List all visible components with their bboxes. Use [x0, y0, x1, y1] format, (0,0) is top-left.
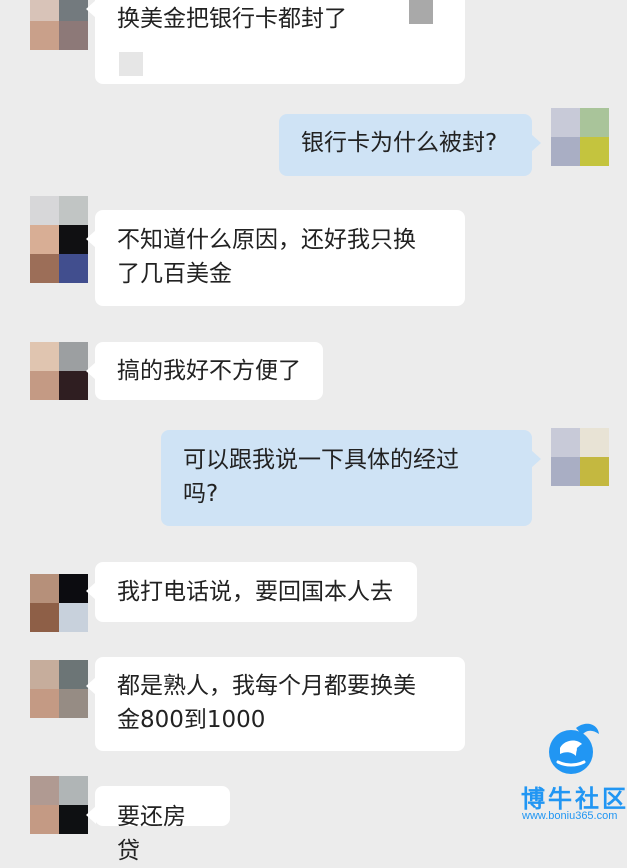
message-text: 搞的我好不方便了	[117, 358, 301, 384]
message-bubble-incoming[interactable]: 都是熟人，我每个月都要换美 金800到1000	[86, 657, 465, 751]
avatar-pixel	[580, 457, 609, 486]
message-text: 要还房贷	[117, 804, 186, 864]
contact-avatar[interactable]	[30, 342, 88, 400]
avatar-pixel	[30, 342, 59, 371]
bull-head-logo-icon	[549, 723, 599, 774]
avatar-pixel	[551, 457, 580, 486]
contact-avatar[interactable]	[30, 0, 88, 50]
avatar-pixel	[59, 603, 88, 632]
avatar-pixel	[59, 254, 88, 283]
avatar-pixel	[30, 196, 59, 225]
message-bubble-incoming[interactable]: 我打电话说，要回国本人去	[86, 562, 417, 622]
contact-avatar[interactable]	[30, 776, 88, 834]
contact-avatar[interactable]	[30, 660, 88, 718]
avatar-pixel	[30, 21, 59, 50]
image-placeholder-icon	[409, 0, 433, 24]
message-text: 不知道什么原因，还好我只换 了几百美金	[117, 227, 416, 287]
avatar-pixel	[59, 0, 88, 21]
avatar-pixel	[30, 371, 59, 400]
avatar-pixel	[30, 776, 59, 805]
avatar-pixel	[59, 689, 88, 718]
message-bubble-outgoing[interactable]: 银行卡为什么被封?	[279, 114, 541, 176]
avatar-pixel	[59, 776, 88, 805]
image-placeholder-icon	[119, 52, 143, 76]
avatar-pixel	[59, 342, 88, 371]
avatar-pixel	[30, 660, 59, 689]
avatar-pixel	[59, 225, 88, 254]
message-text: 可以跟我说一下具体的经过 吗?	[183, 447, 459, 507]
avatar-pixel	[551, 108, 580, 137]
avatar-pixel	[551, 137, 580, 166]
contact-avatar[interactable]	[30, 196, 88, 283]
avatar-pixel	[30, 689, 59, 718]
message-text: 银行卡为什么被封?	[301, 130, 498, 156]
message-text: 都是熟人，我每个月都要换美 金800到1000	[117, 673, 416, 733]
avatar-pixel	[59, 371, 88, 400]
message-bubble-incoming[interactable]: 搞的我好不方便了	[86, 342, 323, 400]
watermark-title: 博牛社区	[521, 785, 627, 813]
message-bubble-incoming[interactable]: 换美金把银行卡都封了	[86, 0, 465, 84]
avatar-pixel	[30, 0, 59, 21]
my-avatar[interactable]	[551, 428, 609, 486]
avatar-pixel	[59, 21, 88, 50]
message-text: 换美金把银行卡都封了	[117, 6, 347, 32]
avatar-pixel	[580, 428, 609, 457]
message-bubble-outgoing[interactable]: 可以跟我说一下具体的经过 吗?	[161, 430, 541, 526]
avatar-pixel	[30, 603, 59, 632]
site-watermark: 博牛社区 www.boniu365.com	[516, 718, 627, 826]
avatar-pixel	[580, 108, 609, 137]
message-bubble-incoming[interactable]: 要还房贷	[86, 786, 230, 864]
avatar-pixel	[59, 574, 88, 603]
avatar-pixel	[580, 137, 609, 166]
avatar-pixel	[30, 254, 59, 283]
avatar-pixel	[30, 225, 59, 254]
watermark-url: www.boniu365.com	[522, 810, 618, 822]
avatar-pixel	[30, 574, 59, 603]
contact-avatar[interactable]	[30, 574, 88, 632]
message-bubble-incoming[interactable]: 不知道什么原因，还好我只换 了几百美金	[86, 210, 465, 306]
avatar-pixel	[59, 805, 88, 834]
avatar-pixel	[551, 428, 580, 457]
avatar-pixel	[59, 660, 88, 689]
my-avatar[interactable]	[551, 108, 609, 166]
avatar-pixel	[59, 196, 88, 225]
message-text: 我打电话说，要回国本人去	[117, 579, 393, 605]
avatar-pixel	[30, 805, 59, 834]
